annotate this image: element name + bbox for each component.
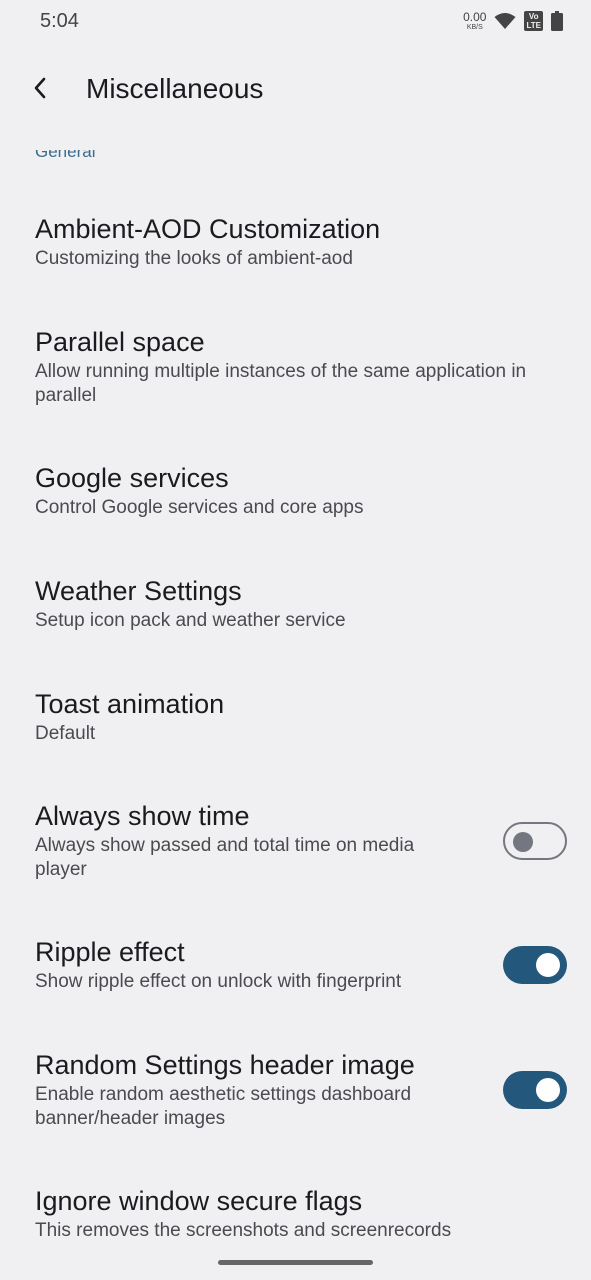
- pref-title: Ambient-AOD Customization: [35, 214, 381, 244]
- pref-toast-animation[interactable]: Toast animation Default: [35, 688, 567, 746]
- pref-always-show-time[interactable]: Always show time Always show passed and …: [35, 800, 567, 882]
- pref-title: Parallel space: [35, 327, 205, 357]
- volte-icon: Vo LTE: [524, 11, 543, 31]
- pref-random-header-image[interactable]: Random Settings header image Enable rand…: [35, 1049, 567, 1131]
- network-speed-indicator: 0.00 KB/S: [463, 11, 486, 31]
- pref-summary: Setup icon pack and weather service: [35, 610, 346, 631]
- pref-summary: Enable random aesthetic settings dashboa…: [35, 1084, 412, 1129]
- pref-summary: Control Google services and core apps: [35, 497, 364, 518]
- status-time: 5:04: [40, 10, 79, 32]
- pref-summary: This removes the screenshots and screenr…: [35, 1220, 452, 1241]
- status-icons: 0.00 KB/S Vo LTE: [463, 11, 563, 31]
- pref-title: Ignore window secure flags: [35, 1186, 363, 1216]
- ripple-effect-toggle[interactable]: [503, 946, 567, 984]
- volte-bottom-text: LTE: [526, 21, 541, 30]
- back-arrow-icon: [34, 77, 46, 99]
- network-speed-unit: KB/S: [466, 24, 483, 31]
- toggle-thumb: [536, 953, 560, 977]
- pref-title: Weather Settings: [35, 576, 242, 606]
- pref-summary: Default: [35, 723, 96, 744]
- pref-parallel-space[interactable]: Parallel space Allow running multiple in…: [35, 326, 567, 408]
- pref-summary: Customizing the looks of ambient-aod: [35, 248, 353, 269]
- always-show-time-toggle[interactable]: [503, 822, 567, 860]
- pref-title: Random Settings header image: [35, 1050, 415, 1080]
- gesture-nav-handle[interactable]: [218, 1260, 373, 1265]
- app-bar: Miscellaneous: [0, 56, 591, 120]
- pref-summary: Allow running multiple instances of the …: [35, 361, 527, 406]
- pref-summary: Always show passed and total time on med…: [35, 835, 415, 880]
- wifi-icon: [494, 13, 516, 29]
- back-button[interactable]: [22, 70, 58, 106]
- status-bar: 5:04 0.00 KB/S Vo LTE: [0, 0, 591, 44]
- category-header-partial: General: [35, 150, 235, 170]
- pref-google-services[interactable]: Google services Control Google services …: [35, 462, 567, 520]
- pref-title: Always show time: [35, 801, 250, 831]
- pref-weather-settings[interactable]: Weather Settings Setup icon pack and wea…: [35, 575, 567, 633]
- battery-icon: [551, 11, 563, 31]
- network-speed-value: 0.00: [463, 10, 487, 24]
- pref-summary: Show ripple effect on unlock with finger…: [35, 971, 402, 992]
- toggle-thumb: [536, 1078, 560, 1102]
- pref-ambient-aod[interactable]: Ambient-AOD Customization Customizing th…: [35, 213, 567, 271]
- pref-title: Ripple effect: [35, 937, 185, 967]
- pref-ripple-effect[interactable]: Ripple effect Show ripple effect on unlo…: [35, 936, 567, 994]
- random-header-image-toggle[interactable]: [503, 1071, 567, 1109]
- toggle-thumb: [513, 832, 533, 852]
- volte-top-text: Vo: [528, 12, 539, 21]
- pref-ignore-secure-flags[interactable]: Ignore window secure flags This removes …: [35, 1185, 567, 1243]
- category-header-label: General: [35, 150, 96, 161]
- pref-title: Toast animation: [35, 689, 225, 719]
- pref-title: Google services: [35, 463, 229, 493]
- page-title: Miscellaneous: [86, 73, 264, 104]
